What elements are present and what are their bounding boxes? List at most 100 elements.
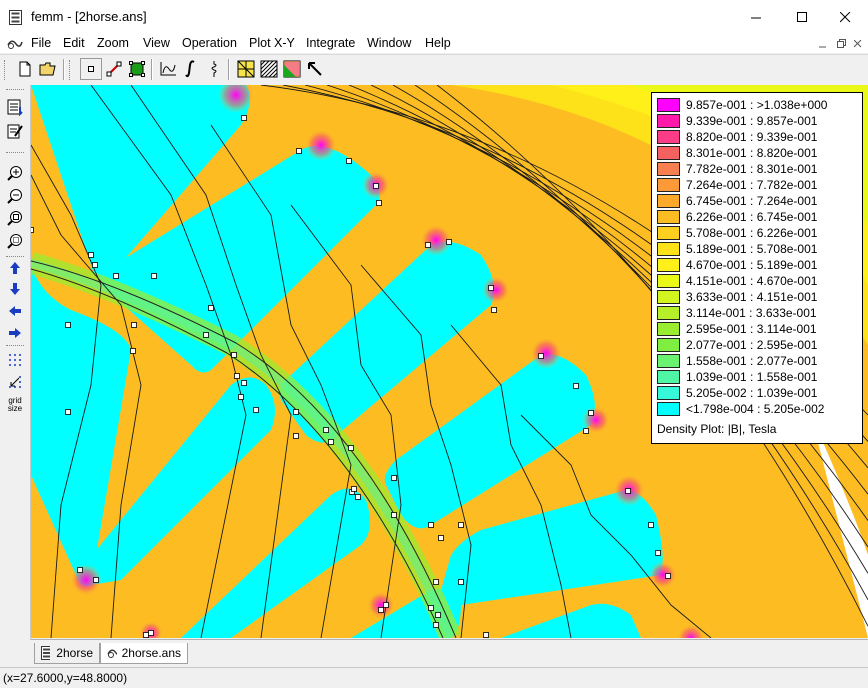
block-icon bbox=[129, 61, 145, 77]
menu-zoom[interactable]: Zoom bbox=[97, 36, 129, 50]
mesh-node bbox=[143, 632, 149, 638]
mesh-node bbox=[588, 410, 594, 416]
coil-icon bbox=[211, 61, 217, 77]
mesh-node bbox=[238, 394, 244, 400]
snap-grid-button[interactable] bbox=[4, 371, 26, 393]
toolbar-grip[interactable] bbox=[4, 60, 7, 80]
mesh-node bbox=[446, 239, 452, 245]
mesh-node bbox=[241, 115, 247, 121]
mesh-node bbox=[425, 242, 431, 248]
legend-entry: 6.745e-001 : 7.264e-001 bbox=[657, 193, 817, 209]
legend-entry: 4.670e-001 : 5.189e-001 bbox=[657, 257, 817, 273]
legend-swatch bbox=[657, 98, 680, 112]
circuit-props-button[interactable] bbox=[203, 58, 225, 80]
menu-help[interactable]: Help bbox=[425, 36, 451, 50]
mdi-restore-button[interactable] bbox=[834, 37, 848, 50]
legend-range-label: 5.205e-002 : 1.039e-001 bbox=[686, 386, 818, 400]
segment-mode-button[interactable] bbox=[103, 58, 125, 80]
toolbar-grip[interactable] bbox=[6, 89, 24, 92]
close-icon bbox=[854, 39, 862, 47]
select-pointer-button[interactable] bbox=[304, 58, 326, 80]
pan-left-button[interactable] bbox=[4, 300, 26, 322]
integral-button[interactable] bbox=[180, 58, 202, 80]
zoom-fit-icon bbox=[7, 211, 22, 226]
node-mode-button[interactable] bbox=[80, 58, 102, 80]
legend-swatch bbox=[657, 178, 680, 192]
legend-swatch bbox=[657, 386, 680, 400]
legend-entry: 8.301e-001 : 8.820e-001 bbox=[657, 145, 817, 161]
tab-2horse-ans[interactable]: 2horse.ans bbox=[100, 643, 188, 664]
hatch-view-button[interactable] bbox=[258, 58, 280, 80]
menu-view[interactable]: View bbox=[143, 36, 170, 50]
hatch-icon bbox=[260, 60, 278, 78]
grid-size-button[interactable]: grid size bbox=[4, 393, 26, 417]
menu-bar: File Edit Zoom View Operation Plot X-Y I… bbox=[0, 34, 868, 53]
legend-range-label: 3.633e-001 : 4.151e-001 bbox=[686, 290, 818, 304]
block-mode-button[interactable] bbox=[126, 58, 148, 80]
zoom-natural-button[interactable] bbox=[4, 207, 26, 229]
zoom-in-button[interactable] bbox=[4, 162, 26, 184]
mesh-grid-button[interactable] bbox=[235, 58, 257, 80]
legend-entry: 9.339e-001 : 9.857e-001 bbox=[657, 113, 817, 129]
menu-edit[interactable]: Edit bbox=[63, 36, 85, 50]
integral-icon bbox=[185, 60, 195, 78]
toolbar-separator bbox=[228, 59, 230, 80]
legend-swatch bbox=[657, 354, 680, 368]
legend-range-label: 7.782e-001 : 8.301e-001 bbox=[686, 162, 818, 176]
mdi-minimize-button[interactable] bbox=[816, 37, 830, 50]
mesh-node bbox=[488, 285, 494, 291]
legend-entry: 4.151e-001 : 4.670e-001 bbox=[657, 273, 817, 289]
density-plot-button[interactable] bbox=[281, 58, 303, 80]
legend-swatch bbox=[657, 242, 680, 256]
mesh-node bbox=[241, 380, 247, 386]
close-button[interactable] bbox=[822, 0, 868, 34]
tab-label: 2horse.ans bbox=[121, 646, 181, 660]
menu-integrate[interactable]: Integrate bbox=[306, 36, 355, 50]
legend-swatch bbox=[657, 146, 680, 160]
legend-entry: 1.558e-001 : 2.077e-001 bbox=[657, 353, 817, 369]
minimize-button[interactable] bbox=[733, 0, 779, 34]
arrow-pointer-icon bbox=[308, 62, 322, 76]
legend-entry: 3.633e-001 : 4.151e-001 bbox=[657, 289, 817, 305]
legend-swatch bbox=[657, 210, 680, 224]
toolbar-grip[interactable] bbox=[69, 60, 72, 80]
toolbar-grip[interactable] bbox=[6, 152, 24, 155]
document-icon[interactable] bbox=[6, 36, 24, 51]
legend-range-label: 9.339e-001 : 9.857e-001 bbox=[686, 114, 818, 128]
edit-results-button[interactable] bbox=[4, 120, 26, 142]
toolbar-grip[interactable] bbox=[6, 345, 24, 348]
legend-range-label: 6.745e-001 : 7.264e-001 bbox=[686, 194, 818, 208]
zoom-window-button[interactable] bbox=[4, 230, 26, 252]
mesh-node bbox=[483, 632, 489, 638]
mesh-node bbox=[77, 567, 83, 573]
new-file-button[interactable] bbox=[14, 58, 36, 80]
legend-entry: 2.077e-001 : 2.595e-001 bbox=[657, 337, 817, 353]
mesh-node bbox=[113, 273, 119, 279]
grid-dots-icon bbox=[9, 354, 21, 366]
mesh-node bbox=[376, 200, 382, 206]
legend-entry: 5.708e-001 : 6.226e-001 bbox=[657, 225, 817, 241]
view-results-button[interactable] bbox=[4, 96, 26, 118]
mesh-node bbox=[293, 433, 299, 439]
menu-window[interactable]: Window bbox=[367, 36, 411, 50]
mesh-node bbox=[583, 428, 589, 434]
mesh-node bbox=[296, 148, 302, 154]
pan-down-button[interactable] bbox=[4, 278, 26, 300]
mesh-node bbox=[391, 512, 397, 518]
show-grid-button[interactable] bbox=[4, 349, 26, 371]
mesh-node bbox=[92, 262, 98, 268]
pan-right-button[interactable] bbox=[4, 322, 26, 344]
maximize-button[interactable] bbox=[779, 0, 825, 34]
menu-operation[interactable]: Operation bbox=[182, 36, 237, 50]
tab-2horse[interactable]: 2horse bbox=[34, 643, 100, 664]
menu-file[interactable]: File bbox=[31, 36, 51, 50]
contour-plot-button[interactable] bbox=[157, 58, 179, 80]
menu-plot-xy[interactable]: Plot X-Y bbox=[249, 36, 295, 50]
zoom-out-button[interactable] bbox=[4, 185, 26, 207]
pan-up-button[interactable] bbox=[4, 257, 26, 279]
open-file-button[interactable] bbox=[37, 58, 59, 80]
legend-swatch bbox=[657, 274, 680, 288]
plot-canvas[interactable]: Density Plot: |B|, Tesla 9.857e-001 : >1… bbox=[31, 85, 868, 638]
mdi-close-button[interactable] bbox=[851, 37, 865, 50]
mesh-node bbox=[458, 522, 464, 528]
